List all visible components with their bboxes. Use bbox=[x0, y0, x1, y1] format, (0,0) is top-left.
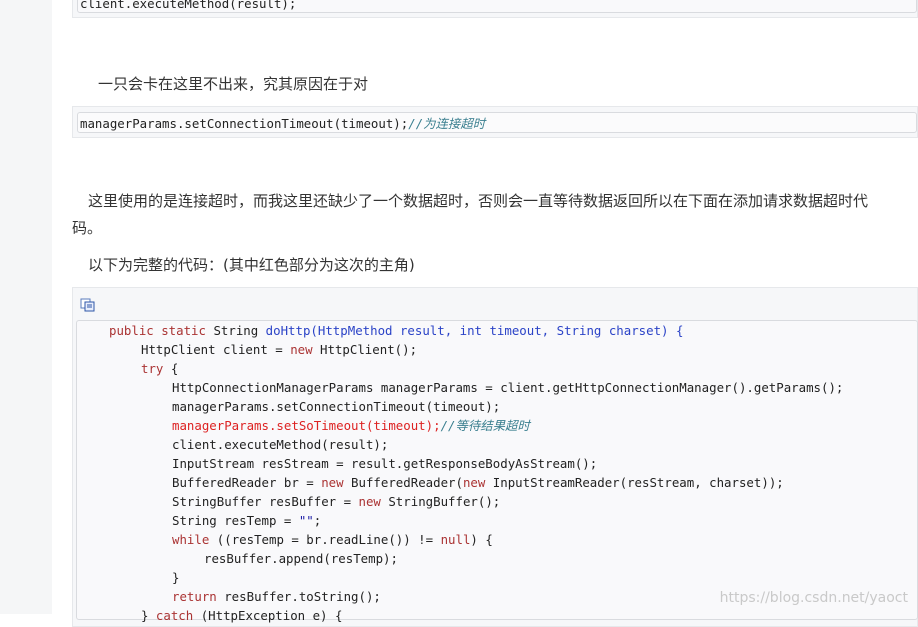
string-literal: "" bbox=[298, 513, 314, 528]
code-text: StringBuffer resBuffer = bbox=[172, 494, 359, 509]
code-line-16: } catch (HttpException e) { bbox=[141, 606, 342, 625]
code-comment: //为连接超时 bbox=[408, 116, 486, 131]
code-line: client.executeMethod(result); bbox=[80, 0, 297, 11]
keyword: catch bbox=[155, 608, 194, 623]
keyword: return bbox=[172, 589, 217, 604]
code-text: BufferedReader( bbox=[343, 475, 463, 490]
code-comment: //等待结果超时 bbox=[440, 418, 530, 433]
code-text: managerParams.setConnectionTimeout(timeo… bbox=[80, 116, 409, 131]
keyword: try bbox=[141, 361, 164, 376]
code-inner-connection-timeout: managerParams.setConnectionTimeout(timeo… bbox=[77, 112, 917, 133]
keyword: new bbox=[290, 342, 313, 357]
code-text: String bbox=[205, 323, 266, 338]
code-line: managerParams.setConnectionTimeout(timeo… bbox=[80, 114, 485, 133]
code-text: HttpClient(); bbox=[312, 342, 418, 357]
method-signature: doHttp(HttpMethod result, int timeout, S… bbox=[265, 323, 684, 338]
code-line-11: String resTemp = ""; bbox=[172, 511, 321, 530]
code-text: HttpClient client = bbox=[141, 342, 291, 357]
code-line-12: while ((resTemp = br.readLine()) != null… bbox=[172, 530, 493, 549]
code-line-4: HttpConnectionManagerParams managerParam… bbox=[172, 380, 844, 395]
code-text: ((resTemp = br.readLine()) != bbox=[209, 532, 441, 547]
code-line-10: StringBuffer resBuffer = new StringBuffe… bbox=[172, 492, 500, 511]
code-line-7: client.executeMethod(result); bbox=[172, 437, 389, 452]
code-line-5: managerParams.setConnectionTimeout(timeo… bbox=[172, 399, 501, 414]
code-text: (HttpException e) { bbox=[193, 608, 343, 623]
keyword: new bbox=[462, 475, 486, 490]
keyword: while bbox=[172, 532, 210, 547]
code-text: BufferedReader br = bbox=[172, 475, 322, 490]
code-block-connection-timeout: managerParams.setConnectionTimeout(timeo… bbox=[72, 106, 918, 138]
code-inner-top: client.executeMethod(result); bbox=[77, 0, 917, 13]
code-line-9: BufferedReader br = new BufferedReader(n… bbox=[172, 473, 784, 492]
code-line-6: managerParams.setSoTimeout(timeout);//等待… bbox=[172, 416, 530, 435]
paragraph-2-line-2: 码。 bbox=[72, 219, 103, 237]
code-line-15: return resBuffer.toString(); bbox=[172, 587, 381, 606]
keyword: new bbox=[321, 475, 344, 490]
left-gutter bbox=[0, 0, 52, 614]
code-text: String resTemp = bbox=[172, 513, 299, 528]
code-block-top: client.executeMethod(result); bbox=[72, 0, 918, 18]
code-line-8: InputStream resStream = result.getRespon… bbox=[172, 456, 598, 471]
code-text: } bbox=[141, 608, 156, 623]
code-text: ; bbox=[313, 513, 322, 528]
code-text: { bbox=[163, 361, 179, 376]
keyword: new bbox=[358, 494, 381, 509]
watermark: https://blog.csdn.net/yaoct bbox=[719, 590, 908, 606]
code-text: InputStreamReader(resStream, charset)); bbox=[485, 475, 784, 490]
code-line-1: public static String doHttp(HttpMethod r… bbox=[109, 321, 683, 340]
code-line-2: HttpClient client = new HttpClient(); bbox=[141, 340, 417, 359]
keyword: public static bbox=[109, 323, 206, 338]
code-line-14: } bbox=[172, 570, 180, 585]
code-text: StringBuffer(); bbox=[380, 494, 501, 509]
paragraph-2-line-1: 这里使用的是连接超时，而我这里还缺少了一个数据超时，否则会一直等待数据返回所以在… bbox=[88, 192, 869, 210]
code-line-13: resBuffer.append(resTemp); bbox=[204, 551, 398, 566]
keyword: null bbox=[440, 532, 471, 547]
code-text: ) { bbox=[470, 532, 493, 547]
copy-icon[interactable] bbox=[80, 298, 96, 312]
code-inner-full: public static String doHttp(HttpMethod r… bbox=[76, 320, 918, 623]
code-text: resBuffer.toString(); bbox=[216, 589, 381, 604]
paragraph-3: 以下为完整的代码：(其中红色部分为这次的主角) bbox=[88, 256, 415, 274]
highlighted-code: managerParams.setSoTimeout(timeout); bbox=[172, 418, 441, 433]
paragraph-1: 一只会卡在这里不出来，究其原因在于对 bbox=[98, 75, 369, 93]
code-line-3: try { bbox=[141, 359, 178, 378]
